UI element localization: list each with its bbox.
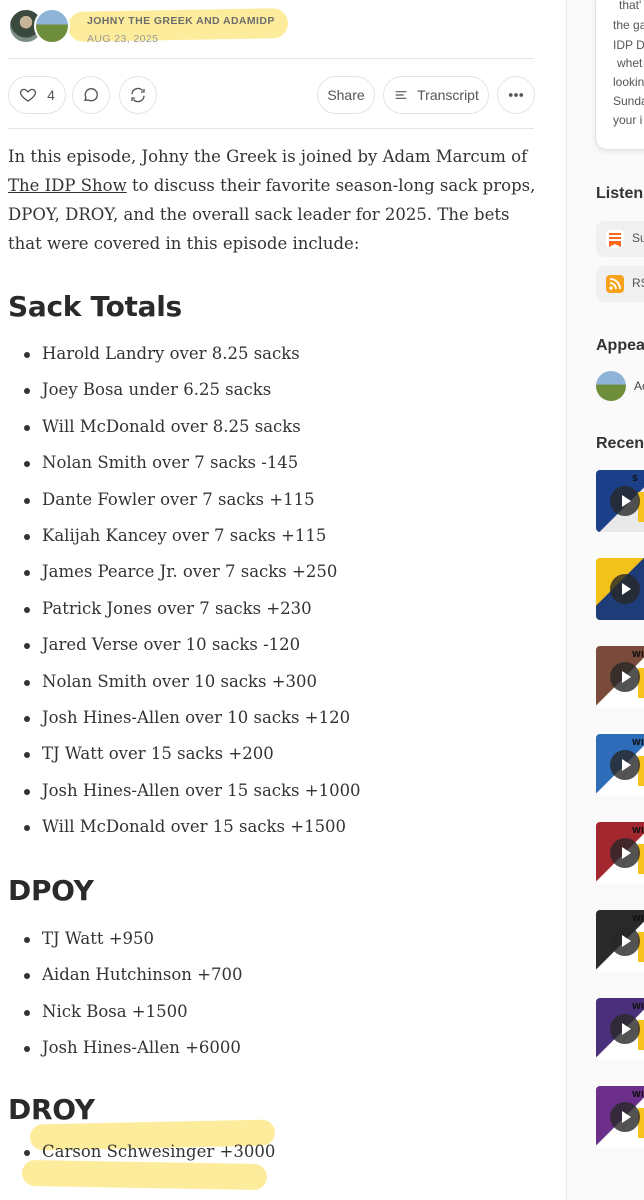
recent-episode-thumbnail[interactable]: WI	[596, 734, 644, 796]
list-item: Will McDonald over 8.25 sacks	[22, 409, 361, 445]
list-item: Nolan Smith over 10 sacks +300	[22, 664, 361, 700]
ellipsis-icon	[508, 93, 524, 97]
card-text-line: IDP D	[613, 38, 644, 52]
recent-episodes-heading: Recent	[596, 435, 644, 452]
recent-episode-thumbnail[interactable]: WI	[596, 646, 644, 708]
intro-text-start: In this episode, Johny the Greek is join…	[8, 147, 528, 166]
transcript-button[interactable]: Transcript	[383, 76, 489, 114]
list-item: Patrick Jones over 7 sacks +230	[22, 591, 361, 627]
thumbnail-badge: WI	[632, 650, 644, 659]
rss-icon	[606, 275, 624, 293]
play-icon[interactable]	[610, 574, 640, 604]
transcript-label: Transcript	[417, 87, 479, 103]
sack-totals-list: Harold Landry over 8.25 sacks Joey Bosa …	[22, 336, 361, 845]
recent-episode-thumbnail[interactable]: WI	[596, 998, 644, 1060]
recent-episode-thumbnail[interactable]: WI	[596, 910, 644, 972]
play-icon[interactable]	[610, 662, 640, 692]
thumbnail-badge: WI	[632, 1002, 644, 1011]
list-item: TJ Watt over 15 sacks +200	[22, 736, 361, 772]
section-heading-sack-totals: Sack Totals	[8, 290, 182, 323]
recent-episode-thumbnail[interactable]	[596, 558, 644, 620]
list-item: Josh Hines-Allen over 15 sacks +1000	[22, 773, 361, 809]
episode-intro: In this episode, Johny the Greek is join…	[8, 142, 538, 258]
heart-icon	[19, 88, 37, 102]
list-item: Carson Schwesinger +3000	[22, 1134, 275, 1170]
divider-actions	[8, 128, 534, 129]
card-text-line: whet	[617, 56, 643, 70]
thumbnail-badge: S	[632, 474, 638, 483]
card-text-line: lookin	[613, 75, 644, 89]
droy-list: Carson Schwesinger +3000	[22, 1134, 275, 1170]
list-item: Kalijah Kancey over 7 sacks +115	[22, 518, 361, 554]
list-item: Will McDonald over 15 sacks +1500	[22, 809, 361, 845]
like-count: 4	[47, 87, 55, 103]
list-item: TJ Watt +950	[22, 921, 242, 957]
recent-episode-thumbnail[interactable]: S	[596, 470, 644, 532]
list-item: Josh Hines-Allen +6000	[22, 1030, 242, 1066]
sidebar: that' the ga IDP D whet lookin Sunda you…	[567, 0, 644, 1200]
idp-show-link[interactable]: The IDP Show	[8, 176, 127, 195]
like-button[interactable]: 4	[8, 76, 66, 114]
recent-episode-thumbnail[interactable]: WI	[596, 822, 644, 884]
thumbnail-badge: WI	[632, 826, 644, 835]
appears-heading: Appear	[596, 337, 644, 354]
card-text-line: the ga	[613, 18, 644, 32]
list-item: Joey Bosa under 6.25 sacks	[22, 372, 361, 408]
appearing-person-avatar[interactable]	[596, 371, 626, 401]
share-button[interactable]: Share	[317, 76, 375, 114]
thumbnail-badge: WI	[632, 914, 644, 923]
comment-button[interactable]	[72, 76, 110, 114]
byline-date: AUG 23, 2025	[87, 33, 159, 45]
list-item: Dante Fowler over 7 sacks +115	[22, 482, 361, 518]
play-icon[interactable]	[610, 750, 640, 780]
restack-icon	[131, 87, 145, 103]
post-byline: JOHNY THE GREEK AND ADAMIDP AUG 23, 2025	[8, 4, 308, 46]
transcript-lines-icon	[395, 91, 407, 99]
thumbnail-badge: WI	[632, 738, 644, 747]
list-item: Jared Verse over 10 sacks -120	[22, 627, 361, 663]
byline-authors[interactable]: JOHNY THE GREEK AND ADAMIDP	[87, 15, 275, 27]
author-avatar-adam[interactable]	[34, 8, 70, 44]
card-text-line: Sunda	[613, 94, 644, 108]
dpoy-list: TJ Watt +950 Aidan Hutchinson +700 Nick …	[22, 921, 242, 1067]
section-heading-droy: DROY	[8, 1093, 95, 1126]
list-item: Nick Bosa +1500	[22, 994, 242, 1030]
play-icon[interactable]	[610, 838, 640, 868]
appearing-person-name[interactable]: Ac	[634, 379, 644, 393]
divider-top	[8, 58, 534, 59]
list-item: James Pearce Jr. over 7 sacks +250	[22, 554, 361, 590]
list-item: Josh Hines-Allen over 10 sacks +120	[22, 700, 361, 736]
listen-substack-button[interactable]: Su	[596, 221, 644, 257]
play-icon[interactable]	[610, 926, 640, 956]
card-text-line: your i	[613, 113, 643, 127]
listen-heading: Listen	[596, 185, 644, 202]
post-main-column: JOHNY THE GREEK AND ADAMIDP AUG 23, 2025…	[0, 0, 566, 1200]
restack-button[interactable]	[119, 76, 157, 114]
comment-icon	[84, 88, 98, 102]
section-heading-dpoy: DPOY	[8, 874, 94, 907]
listen-substack-label: Su	[632, 231, 644, 245]
more-options-button[interactable]	[497, 76, 535, 114]
list-item: Harold Landry over 8.25 sacks	[22, 336, 361, 372]
play-icon[interactable]	[610, 1102, 640, 1132]
play-icon[interactable]	[610, 1014, 640, 1044]
list-item: Aidan Hutchinson +700	[22, 957, 242, 993]
substack-icon	[606, 230, 624, 248]
listen-rss-label: RS	[632, 276, 644, 290]
play-icon[interactable]	[610, 486, 640, 516]
thumbnail-badge: WI	[632, 1090, 644, 1099]
listen-rss-button[interactable]: RS	[596, 266, 644, 302]
card-text-line: that'	[619, 0, 642, 12]
list-item: Nolan Smith over 7 sacks -145	[22, 445, 361, 481]
recent-episode-thumbnail[interactable]: WI	[596, 1086, 644, 1148]
